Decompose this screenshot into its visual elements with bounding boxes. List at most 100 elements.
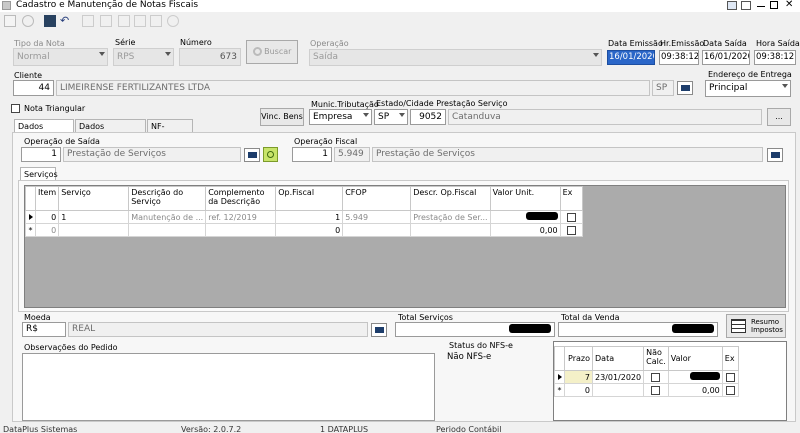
moeda-code-input[interactable]: R$ (22, 322, 66, 337)
col-valor[interactable]: Valor (667, 346, 723, 371)
col-complemento[interactable]: Complemento da Descrição (205, 186, 277, 211)
data-saida-input[interactable]: 16/01/2020 (702, 50, 750, 65)
ex-checkbox[interactable] (566, 225, 576, 235)
close-icon[interactable]: ✕ (785, 0, 793, 10)
operacao-saida-desc-field: Prestação de Serviços (63, 147, 241, 162)
cell-prazo[interactable]: 7 (564, 370, 593, 384)
col-descr-opfiscal[interactable]: Descr. Op.Fiscal (410, 186, 491, 211)
block-icon[interactable] (167, 15, 179, 27)
cell-ex[interactable] (721, 383, 739, 397)
car-icon (771, 152, 780, 158)
cell-descricao[interactable] (128, 223, 207, 237)
undo-icon[interactable]: ↶ (60, 15, 72, 27)
total-venda-field (558, 322, 718, 337)
tab-servicos[interactable]: Serviços (20, 167, 58, 181)
cell-valor-unit[interactable] (489, 210, 561, 224)
col-prazo[interactable]: Prazo (564, 346, 593, 371)
operacao-saida-code-input[interactable]: 1 (21, 147, 61, 162)
cell-servico[interactable]: 1 (58, 210, 130, 224)
row-indicator: * (25, 223, 36, 237)
operacao-select[interactable]: Saída (309, 49, 602, 66)
cancel-record-icon[interactable] (22, 15, 34, 27)
observacoes-textarea[interactable] (22, 353, 435, 421)
save-icon[interactable] (44, 15, 56, 27)
print-icon[interactable] (100, 15, 112, 27)
save-layout-icon[interactable] (741, 1, 751, 10)
cell-item[interactable]: 0 (34, 210, 60, 224)
ex-checkbox[interactable] (725, 385, 735, 395)
email-icon[interactable] (150, 15, 162, 27)
nao-calc-checkbox[interactable] (651, 385, 661, 395)
cell-valor[interactable]: 0,00 (667, 383, 723, 397)
refresh-operacao-button[interactable] (263, 147, 278, 162)
ex-checkbox[interactable] (725, 372, 735, 382)
hora-saida-input[interactable]: 09:38:12 (754, 50, 796, 65)
nao-calc-checkbox[interactable] (651, 372, 661, 382)
cell-data[interactable]: 23/01/2020 (591, 370, 645, 384)
report-icon[interactable] (118, 15, 130, 27)
operacao-fiscal-lookup-button[interactable] (767, 148, 783, 162)
resumo-impostos-button[interactable]: Resumo Impostos (726, 314, 786, 338)
col-nao-calc[interactable]: Não Calc. (643, 346, 669, 371)
col-ex[interactable]: Ex (559, 186, 583, 211)
cell-ex[interactable] (559, 210, 583, 224)
col-cfop[interactable]: CFOP (342, 186, 412, 211)
tab-dados-secundarios[interactable]: Dados Secundarios (75, 119, 146, 144)
cliente-lookup-button[interactable] (677, 81, 693, 95)
numero-input[interactable]: 673 (179, 48, 241, 66)
cell-nao-calc[interactable] (643, 370, 669, 384)
col-descricao[interactable]: Descrição do Serviço (128, 186, 207, 211)
cliente-code-input[interactable]: 44 (13, 80, 54, 96)
servicos-table: Item Serviço Descrição do Serviço Comple… (25, 186, 583, 237)
tipo-nota-select[interactable]: Normal (13, 48, 108, 66)
hr-emissao-input[interactable]: 09:38:12 (659, 50, 699, 65)
col-ex[interactable]: Ex (721, 346, 739, 371)
table-row[interactable]: 0 1 Manutenção de ... ref. 12/2019 1 5.9… (25, 210, 583, 224)
cell-complemento[interactable] (205, 223, 277, 237)
minimize-icon[interactable] (757, 6, 765, 7)
cell-opfiscal[interactable]: 0 (275, 223, 344, 237)
ex-checkbox[interactable] (566, 212, 576, 222)
table-row[interactable]: 7 23/01/2020 (554, 370, 739, 384)
munic-tributacao-select[interactable]: Empresa (309, 109, 372, 125)
moeda-lookup-button[interactable] (371, 323, 387, 337)
cell-prazo[interactable]: 0 (564, 383, 593, 397)
cell-data[interactable] (591, 383, 645, 397)
vinc-bens-button[interactable]: Vinc. Bens (260, 108, 304, 126)
buscar-button[interactable]: Buscar (246, 40, 298, 64)
data-emissao-input[interactable]: 16/01/2020 (607, 50, 655, 65)
monitor-icon[interactable] (727, 1, 737, 10)
cidade-more-button[interactable]: ... (767, 108, 791, 126)
table-row[interactable]: * 0 0,00 (554, 383, 739, 397)
cell-servico[interactable] (58, 223, 130, 237)
col-data[interactable]: Data (591, 346, 645, 371)
copy-icon[interactable] (82, 15, 94, 27)
cell-item[interactable]: 0 (34, 223, 60, 237)
serie-select[interactable]: RPS (113, 48, 174, 66)
cell-valor[interactable] (667, 370, 723, 384)
operacao-fiscal-code-input[interactable]: 1 (292, 147, 332, 162)
export-icon[interactable] (134, 15, 146, 27)
tab-nfe-nfse[interactable]: NF-e/NFS-e (147, 119, 193, 144)
cell-ex[interactable] (559, 223, 583, 237)
cell-descricao[interactable]: Manutenção de ... (128, 210, 207, 224)
maximize-icon[interactable] (770, 1, 778, 9)
cell-valor-unit[interactable]: 0,00 (489, 223, 561, 237)
new-record-icon[interactable] (4, 15, 16, 27)
tab-dados-principais[interactable]: Dados Principais (14, 119, 74, 144)
col-item[interactable]: Item (34, 186, 60, 211)
cell-complemento[interactable]: ref. 12/2019 (205, 210, 277, 224)
col-servico[interactable]: Serviço (58, 186, 130, 211)
estado-uf-select[interactable]: SP (374, 109, 408, 125)
endereco-select[interactable]: Principal (705, 80, 791, 97)
table-row[interactable]: * 0 0 0,00 (25, 223, 583, 237)
col-valor-unit[interactable]: Valor Unit. (489, 186, 561, 211)
cell-descr-opfiscal: Prestação de Ser... (410, 210, 491, 224)
cidade-code-input[interactable]: 9052 (410, 109, 446, 125)
cell-opfiscal[interactable]: 1 (275, 210, 344, 224)
col-opfiscal[interactable]: Op.Fiscal (275, 186, 344, 211)
cell-nao-calc[interactable] (643, 383, 669, 397)
nota-triangular-checkbox[interactable] (11, 104, 20, 113)
operacao-saida-lookup-button[interactable] (244, 148, 260, 162)
cell-ex[interactable] (721, 370, 739, 384)
